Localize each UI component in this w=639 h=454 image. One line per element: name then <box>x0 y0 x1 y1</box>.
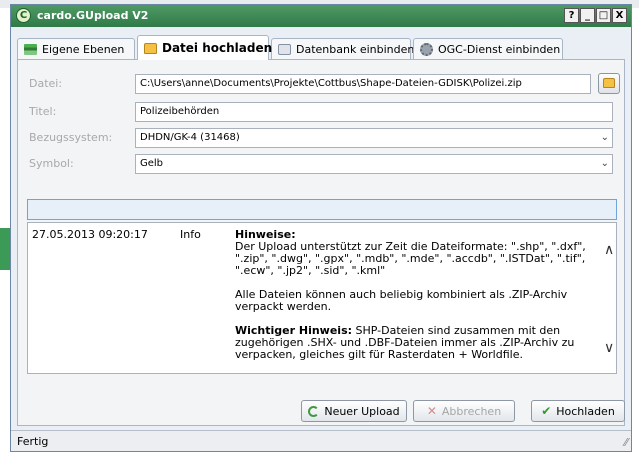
cancel-x-icon: ✕ <box>426 404 437 418</box>
cancel-button[interactable]: ✕ Abbrechen <box>413 400 515 422</box>
tab-label: Datenbank einbinden <box>296 42 415 56</box>
layers-icon <box>24 43 37 55</box>
scroll-up-icon[interactable]: ∧ <box>604 242 614 258</box>
log-para-formats: Der Upload unterstützt zur Zeit die Date… <box>235 240 586 277</box>
upload-panel: Datei: C:\Users\anne\Documents\Projekte\… <box>17 59 625 426</box>
tab-datenbank-einbinden[interactable]: Datenbank einbinden <box>271 38 415 59</box>
upload-window: C cardo.GUpload V2 ? _ □ X Eigene Ebenen… <box>10 4 632 452</box>
tab-label: Datei hochladen <box>162 41 273 55</box>
upload-button[interactable]: ✔ Hochladen <box>531 400 625 422</box>
folder-icon <box>603 78 615 88</box>
window-title: cardo.GUpload V2 <box>37 9 149 22</box>
log-message: Hinweise: Der Upload unterstützt zur Zei… <box>235 229 600 373</box>
chevron-down-icon: ⌄ <box>600 132 609 143</box>
tab-datei-hochladen[interactable]: Datei hochladen <box>137 35 273 60</box>
scroll-down-icon[interactable]: ∨ <box>604 340 614 356</box>
tab-label: OGC-Dienst einbinden <box>438 42 561 56</box>
close-button[interactable]: X <box>612 8 627 23</box>
help-button[interactable]: ? <box>564 8 579 23</box>
title-field[interactable]: Polizeibehörden <box>135 102 613 122</box>
maximize-button[interactable]: □ <box>596 8 611 23</box>
new-upload-button[interactable]: Neuer Upload <box>301 400 407 422</box>
log-level: Info <box>180 228 201 241</box>
refresh-icon <box>308 405 320 417</box>
file-path-field[interactable]: C:\Users\anne\Documents\Projekte\Cottbus… <box>135 74 591 94</box>
title-label: Titel: <box>29 105 57 118</box>
database-icon <box>278 43 291 55</box>
crs-select[interactable]: DHDN/GK-4 (31468) ⌄ <box>135 128 613 148</box>
browse-button[interactable] <box>598 73 620 94</box>
upload-progress-bar <box>27 199 617 220</box>
window-controls: ? _ □ X <box>564 8 627 23</box>
crs-select-value: DHDN/GK-4 (31468) <box>140 132 240 143</box>
status-bar: Fertig ⁄⁄ <box>11 430 631 451</box>
status-text: Fertig <box>17 435 49 448</box>
cancel-label: Abbrechen <box>441 404 502 418</box>
tab-eigene-ebenen[interactable]: Eigene Ebenen <box>17 38 135 59</box>
checkmark-icon: ✔ <box>541 404 552 418</box>
file-label: Datei: <box>29 77 63 90</box>
tab-ogc-dienst-einbinden[interactable]: OGC-Dienst einbinden <box>413 38 563 59</box>
new-upload-label: Neuer Upload <box>324 404 400 418</box>
log-para-zip: Alle Dateien können auch beliebig kombin… <box>235 288 568 313</box>
log-timestamp: 27.05.2013 09:20:17 <box>32 228 148 241</box>
folder-icon <box>144 42 157 54</box>
log-list[interactable]: 27.05.2013 09:20:17 Info Hinweise: Der U… <box>27 222 617 374</box>
gear-icon <box>420 42 433 56</box>
symbol-select-value: Gelb <box>140 158 164 169</box>
title-bar[interactable]: C cardo.GUpload V2 ? _ □ X <box>11 5 631 27</box>
crs-label: Bezugssystem: <box>29 131 113 144</box>
resize-grip-icon[interactable]: ⁄⁄ <box>624 436 628 449</box>
symbol-select[interactable]: Gelb ⌄ <box>135 154 613 174</box>
chevron-down-icon: ⌄ <box>600 158 609 169</box>
app-logo-icon: C <box>16 8 31 23</box>
upload-label: Hochladen <box>556 404 615 418</box>
minimize-button[interactable]: _ <box>580 8 595 23</box>
tab-label: Eigene Ebenen <box>42 42 125 56</box>
symbol-label: Symbol: <box>29 157 74 170</box>
